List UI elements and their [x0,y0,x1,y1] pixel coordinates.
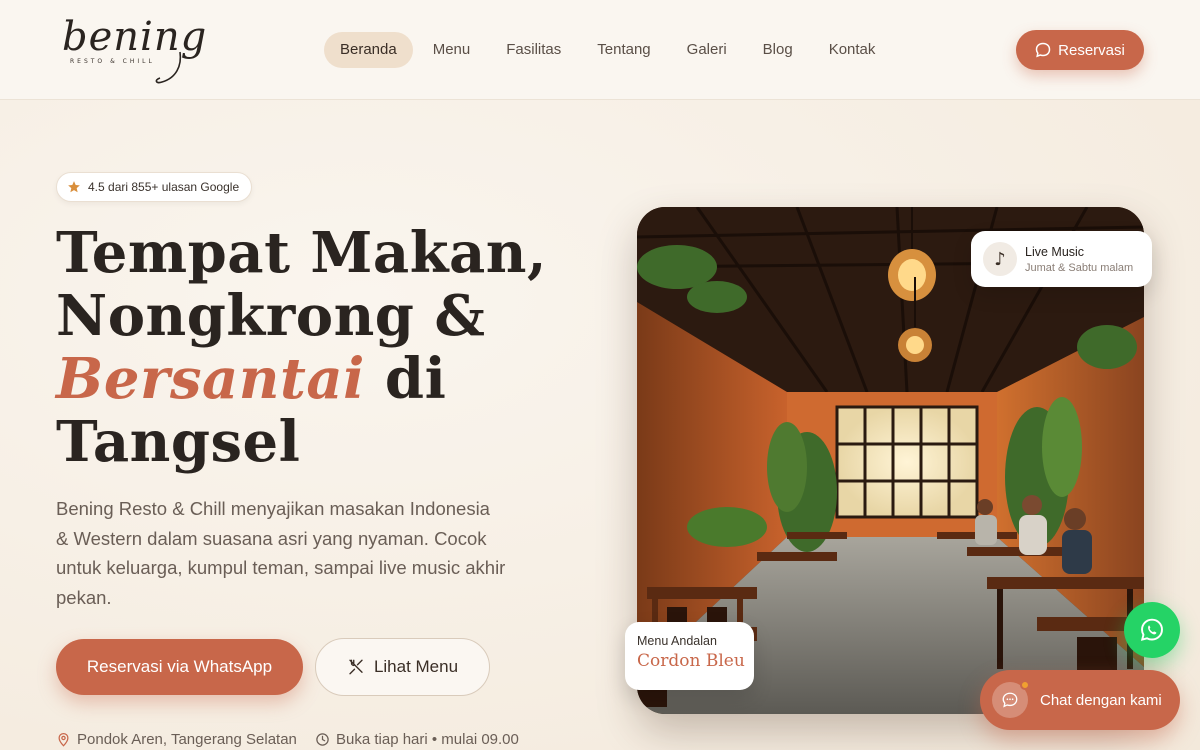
signature-menu-label: Menu Andalan [637,634,717,648]
hero-title-accent: Bersantai [56,346,365,412]
nav-item-tentang[interactable]: Tentang [581,32,666,68]
view-menu-label: Lihat Menu [373,657,459,676]
clock-icon [316,732,329,746]
live-music-title: Live Music [1025,244,1085,259]
location-info: Pondok Aren, Tangerang Selatan [56,729,297,749]
live-music-schedule: Jumat & Sabtu malam [1025,261,1134,274]
chat-with-us-button[interactable]: Chat dengan kami [980,670,1180,730]
hero-title-line2: Nongkrong & [56,283,486,349]
brand-logo[interactable]: bening RESTO & CHILL [60,14,206,86]
whatsapp-reservation-button[interactable]: Reservasi via WhatsApp [56,639,303,695]
utensils-icon [349,659,363,675]
reservation-label: Reservasi [1058,41,1125,59]
chat-icon [992,680,1030,718]
location-text: Pondok Aren, Tangerang Selatan [77,730,297,748]
nav-item-fasilitas[interactable]: Fasilitas [490,32,577,68]
main-nav: Beranda Menu Fasilitas Tentang Galeri Bl… [324,32,895,68]
chat-bubble-icon [1035,42,1051,58]
hero-title-line3-rest: di [364,346,447,412]
site-header: bening RESTO & CHILL Beranda Menu Fasili… [0,0,1200,100]
signature-menu-value: Cordon Bleu [637,651,745,671]
hours-text: Buka tiap hari • mulai 09.00 [336,730,519,748]
logo-flourish [155,51,182,84]
whatsapp-icon [1140,618,1163,641]
nav-item-menu[interactable]: Menu [417,32,487,68]
hero-title-line4: Tangsel [56,409,301,475]
star-icon [68,181,80,193]
map-pin-icon [58,732,69,747]
chat-bubble-icon [1002,692,1018,708]
brand-tagline: RESTO & CHILL [70,58,155,65]
nav-item-blog[interactable]: Blog [747,32,809,68]
nav-item-galeri[interactable]: Galeri [671,32,743,68]
live-music-card: ♪ Live Music Jumat & Sabtu malam [971,231,1152,287]
music-note-icon: ♪ [983,242,1017,276]
hero-title: Tempat Makan, Nongkrong & Bersantai di T… [56,222,576,474]
hero-description: Bening Resto & Chill menyajikan masakan … [56,498,506,608]
reservation-button[interactable]: Reservasi [1016,30,1144,70]
hero-title-line1: Tempat Makan, [56,220,548,286]
whatsapp-reservation-label: Reservasi via WhatsApp [86,657,273,676]
whatsapp-float-button[interactable] [1124,602,1180,658]
page: bening RESTO & CHILL Beranda Menu Fasili… [0,0,1200,750]
nav-item-kontak[interactable]: Kontak [813,32,892,68]
nav-item-beranda[interactable]: Beranda [324,32,413,68]
notification-dot [1020,680,1030,690]
view-menu-button[interactable]: Lihat Menu [315,638,490,696]
hours-info: Buka tiap hari • mulai 09.00 [315,729,519,749]
rating-badge: 4.5 dari 855+ ulasan Google [56,172,253,202]
signature-menu-card: Menu Andalan Cordon Bleu [625,622,754,690]
rating-text: 4.5 dari 855+ ulasan Google [88,180,240,194]
chat-label: Chat dengan kami [1040,691,1162,709]
